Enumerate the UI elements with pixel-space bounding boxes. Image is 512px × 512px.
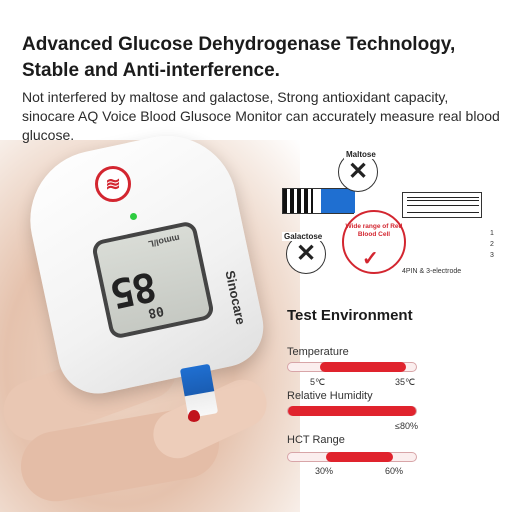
cross-icon: ✕ bbox=[347, 158, 369, 185]
hct-high: 60% bbox=[385, 466, 404, 476]
blood-drop-icon bbox=[188, 410, 200, 422]
headline-line-2: Stable and Anti-interference. bbox=[22, 60, 280, 81]
humidity-label: Relative Humidity bbox=[287, 390, 373, 402]
temperature-label: Temperature bbox=[287, 346, 349, 358]
anti-interference-diagram: ✕ Maltose ✕ Galactose Wide range of Red … bbox=[282, 150, 502, 280]
status-led bbox=[130, 213, 137, 220]
maltose-label: Maltose bbox=[344, 150, 378, 159]
pin-1: 1 bbox=[490, 230, 494, 237]
description: Not interfered by maltose and galactose,… bbox=[22, 89, 500, 143]
electrode-caption: 4PIN & 3-electrode bbox=[402, 268, 462, 275]
sinocare-logo-icon: ≋ bbox=[95, 166, 131, 202]
headline-line-1: Advanced Glucose Dehydrogenase Technolog… bbox=[22, 34, 456, 55]
environment-title: Test Environment bbox=[287, 307, 413, 324]
reading-small: 08 bbox=[146, 302, 166, 321]
temperature-low: 5℃ bbox=[310, 377, 326, 387]
humidity-fill bbox=[288, 406, 416, 416]
hct-fill bbox=[326, 452, 393, 462]
hct-low: 30% bbox=[315, 466, 334, 476]
temperature-bar bbox=[287, 362, 417, 372]
hct-label: HCT Range bbox=[287, 434, 345, 446]
humidity-bar bbox=[287, 406, 417, 416]
hct-bar bbox=[287, 452, 417, 462]
strip-drawing-right bbox=[402, 192, 482, 218]
check-icon: ✓ bbox=[362, 248, 379, 270]
red-cell-text: Wide range of Red Blood Cell bbox=[345, 223, 403, 238]
temperature-fill bbox=[320, 362, 406, 372]
humidity-high: ≤80% bbox=[395, 421, 418, 431]
galactose-label: Galactose bbox=[282, 232, 325, 241]
cross-icon: ✕ bbox=[295, 240, 317, 267]
pin-3: 3 bbox=[490, 252, 494, 259]
headline: Advanced Glucose Dehydrogenase Technolog… bbox=[22, 32, 492, 84]
strip-drawing-left bbox=[282, 188, 355, 214]
pin-2: 2 bbox=[490, 241, 494, 248]
temperature-high: 35℃ bbox=[395, 377, 416, 387]
